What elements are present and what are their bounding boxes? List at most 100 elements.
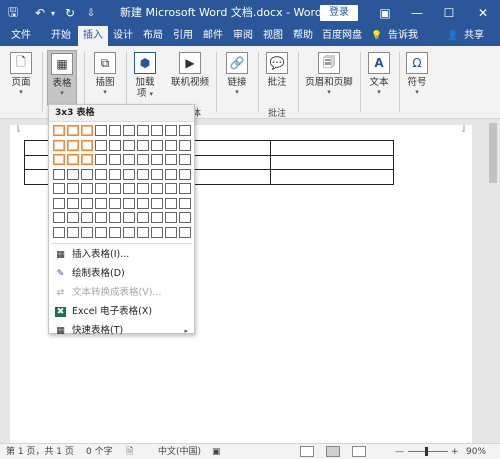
table-grid-cell[interactable] [67,197,79,209]
table-grid-cell[interactable] [53,125,65,136]
table-grid-cell[interactable] [81,212,93,223]
table-grid-cell[interactable] [53,212,65,223]
table-grid-cell[interactable] [67,154,79,165]
tab-insert[interactable]: 插入 [78,26,108,46]
table-grid-cell[interactable] [151,125,163,136]
table-grid-cell[interactable] [95,212,107,223]
table-grid-cell[interactable] [151,139,163,151]
table-grid-cell[interactable] [81,197,93,209]
table-grid-cell[interactable] [109,212,121,223]
table-grid-cell[interactable] [137,183,149,194]
close-icon[interactable]: ✕ [470,0,496,26]
illustrations-button[interactable]: ⧉ 插图 ▾ [90,50,120,106]
table-grid-cell[interactable] [109,139,121,151]
table-cell[interactable] [270,140,394,156]
table-grid-cell[interactable] [165,226,177,238]
table-grid-cell[interactable] [109,154,121,165]
table-grid-cell[interactable] [53,183,65,194]
table-grid-cell[interactable] [109,168,121,180]
table-grid-cell[interactable] [95,168,107,180]
table-grid-cell[interactable] [95,125,107,136]
table-grid-cell[interactable] [53,154,65,165]
table-grid-cell[interactable] [109,183,121,194]
table-grid-cell[interactable] [67,168,79,180]
page-count[interactable]: 第 1 页，共 1 页 [6,444,74,459]
zoom-level[interactable]: 90% [466,444,486,459]
proofing-icon[interactable]: 🗎 [126,444,133,459]
table-grid-cell[interactable] [179,226,191,238]
scrollbar-thumb[interactable] [489,123,497,183]
table-grid-cell[interactable] [151,168,163,180]
table-cell[interactable] [270,154,394,171]
save-icon[interactable]: 🖫 [4,0,22,26]
table-grid-cell[interactable] [81,183,93,194]
login-button[interactable]: 登录 [320,5,358,21]
web-layout-view-button[interactable] [352,446,366,457]
zoom-slider-thumb[interactable] [425,447,428,456]
online-video-button[interactable]: ▶ 联机视频 [170,50,210,106]
undo-dropdown-icon[interactable]: ▾ [48,0,58,26]
table-grid-cell[interactable] [67,183,79,194]
table-grid-cell[interactable] [179,212,191,223]
tab-design[interactable]: 设计 [110,26,136,46]
table-grid-cell[interactable] [165,168,177,180]
comment-button[interactable]: 💬 批注 [262,50,292,106]
tab-mailings[interactable]: 邮件 [200,26,226,46]
table-grid-cell[interactable] [165,139,177,151]
insert-table-item[interactable]: ▦ 插入表格(I)... [49,246,194,264]
table-grid-cell[interactable] [53,139,65,151]
table-grid-cell[interactable] [67,125,79,136]
zoom-out-button[interactable]: — [395,444,404,459]
table-grid-cell[interactable] [137,168,149,180]
table-grid-cell[interactable] [109,125,121,136]
table-grid-cell[interactable] [137,197,149,209]
table-grid-cell[interactable] [95,197,107,209]
minimize-icon[interactable]: — [404,0,430,26]
share-button[interactable]: 共享 [460,26,488,46]
table-grid-cell[interactable] [95,139,107,151]
table-grid-cell[interactable] [137,125,149,136]
maximize-icon[interactable]: ☐ [436,0,462,26]
table-grid-cell[interactable] [165,125,177,136]
table-grid-cell[interactable] [151,212,163,223]
table-grid-cell[interactable] [137,139,149,151]
table-cell[interactable] [270,169,394,185]
zoom-slider-track[interactable] [408,451,448,452]
table-grid-cell[interactable] [123,226,135,238]
customize-quick-access-icon[interactable]: ⇩ [84,0,98,26]
redo-icon[interactable]: ↻ [62,0,78,26]
table-grid-cell[interactable] [81,154,93,165]
undo-icon[interactable]: ↶ [32,0,48,26]
table-grid-cell[interactable] [67,139,79,151]
draw-table-item[interactable]: ✎ 绘制表格(D) [49,265,194,283]
table-grid-cell[interactable] [123,125,135,136]
table-grid-cell[interactable] [165,197,177,209]
table-grid-cell[interactable] [179,125,191,136]
table-grid-cell[interactable] [109,197,121,209]
tab-view[interactable]: 视图 [260,26,286,46]
table-grid-cell[interactable] [123,139,135,151]
table-grid-cell[interactable] [123,183,135,194]
table-grid-cell[interactable] [123,168,135,180]
table-grid-cell[interactable] [179,168,191,180]
table-grid-cell[interactable] [67,226,79,238]
tab-baidu-netdisk[interactable]: 百度网盘 [320,26,364,46]
table-grid-cell[interactable] [151,154,163,165]
zoom-in-button[interactable]: + [451,444,459,459]
tab-home[interactable]: 开始 [46,26,76,46]
table-grid-cell[interactable] [123,197,135,209]
table-grid-cell[interactable] [165,154,177,165]
table-grid-cell[interactable] [151,183,163,194]
table-grid-cell[interactable] [81,139,93,151]
table-grid-cell[interactable] [95,226,107,238]
table-grid-cell[interactable] [179,183,191,194]
tab-references[interactable]: 引用 [170,26,196,46]
tab-layout[interactable]: 布局 [140,26,166,46]
table-grid-cell[interactable] [179,139,191,151]
read-mode-view-button[interactable] [300,446,314,457]
lightbulb-icon[interactable]: 💡 [370,26,384,46]
tell-me-search[interactable]: 告诉我 [386,26,420,46]
share-person-icon[interactable]: 👤 [446,26,460,46]
ribbon-display-options-icon[interactable]: ▣ [372,0,398,26]
text-button[interactable]: A 文本 ▾ [364,50,394,106]
